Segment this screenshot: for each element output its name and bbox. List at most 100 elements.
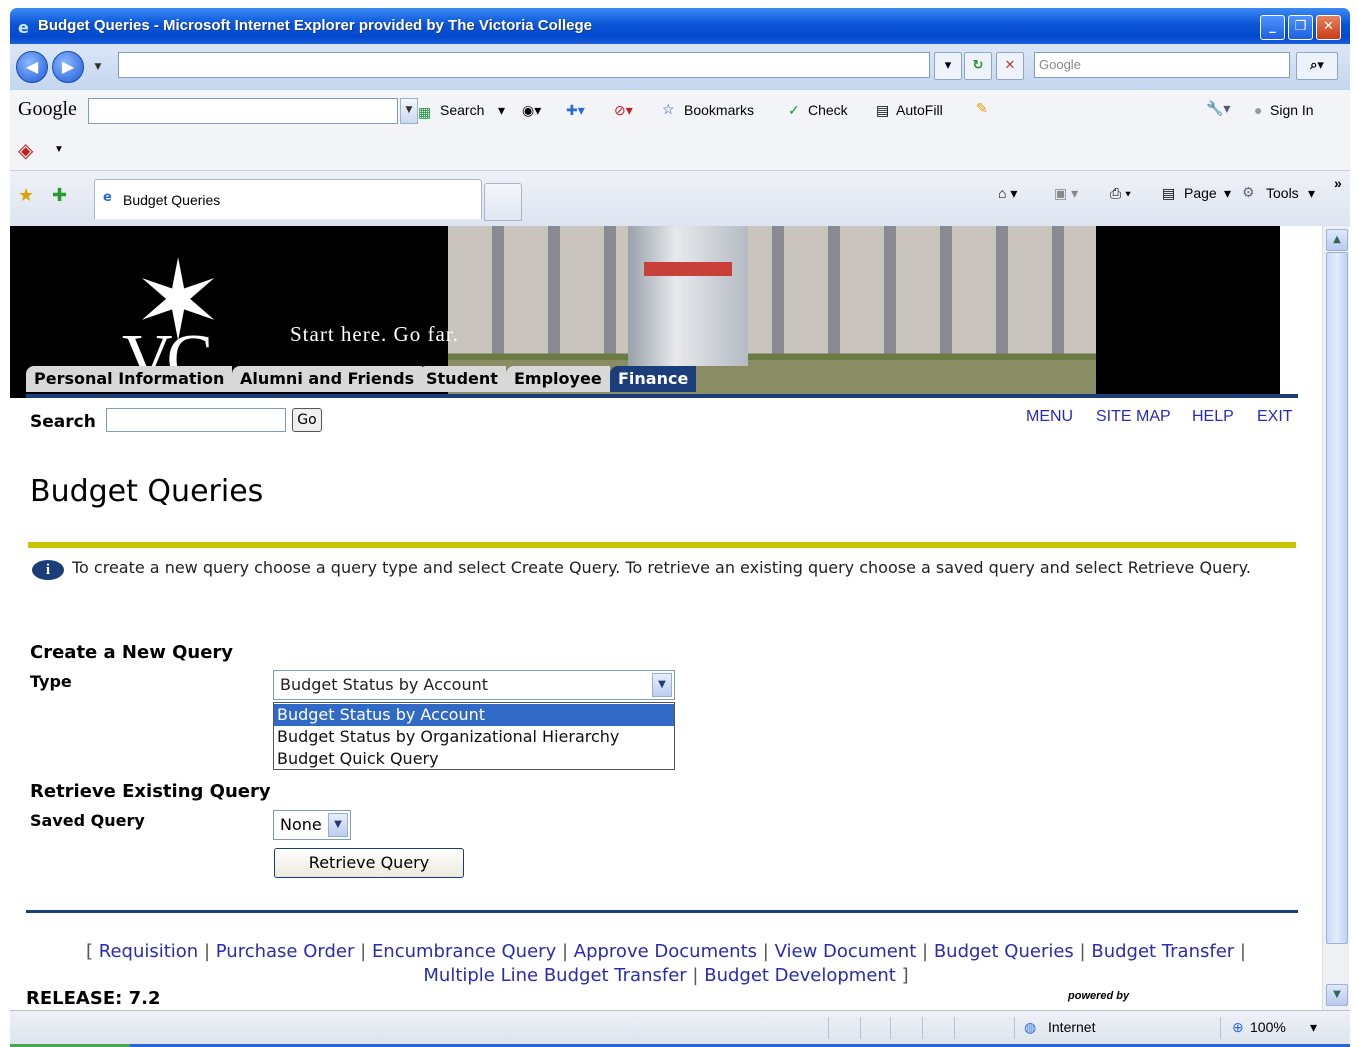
- footer-link-encumbrance-query[interactable]: Encumbrance Query: [372, 941, 556, 962]
- chevron-down-icon[interactable]: ▼: [652, 673, 672, 697]
- go-button[interactable]: Go: [292, 408, 322, 432]
- home-icon[interactable]: ⌂ ▾: [998, 185, 1017, 202]
- window-title: Budget Queries - Microsoft Internet Expl…: [38, 17, 592, 34]
- highlighter-icon[interactable]: ✎: [976, 100, 988, 117]
- status-bar: ◍ Internet ⊕ 100% ▾: [10, 1010, 1350, 1045]
- tab-finance[interactable]: Finance: [610, 366, 697, 392]
- zoom-icon: ⊕: [1232, 1019, 1244, 1035]
- sign-in-button[interactable]: Sign In: [1270, 102, 1314, 118]
- forward-button[interactable]: ▶: [52, 51, 84, 83]
- bookmarks-button[interactable]: Bookmarks: [684, 102, 754, 118]
- favorites-star-icon[interactable]: ★: [18, 185, 34, 206]
- google-logo: Google: [18, 98, 77, 120]
- browser-tab-label: Budget Queries: [123, 192, 221, 208]
- google-toolbar-input[interactable]: [88, 98, 398, 124]
- tab-student[interactable]: Student: [418, 366, 506, 392]
- profile-circle-icon: ●: [1254, 102, 1263, 118]
- scroll-down-icon[interactable]: ▼: [1326, 984, 1348, 1006]
- web-search-input[interactable]: Google: [1034, 52, 1290, 78]
- retrieve-query-button[interactable]: Retrieve Query: [274, 848, 464, 878]
- google-dropdown-icon[interactable]: ▼: [400, 98, 418, 124]
- pdf-icon[interactable]: ◈: [18, 138, 33, 163]
- tools-dropdown-icon[interactable]: ▾: [1308, 185, 1315, 202]
- minimize-button[interactable]: _: [1260, 15, 1285, 40]
- tab-row: ★ ✚ e Budget Queries ⌂ ▾ ▣ ▾ ⎙ ▾ ▤ Page …: [10, 170, 1350, 227]
- wrench-icon[interactable]: 🔧▾: [1206, 100, 1230, 117]
- help-link[interactable]: HELP: [1192, 408, 1234, 426]
- separator: |: [360, 941, 367, 962]
- info-message: To create a new query choose a query typ…: [72, 558, 1251, 577]
- zoom-dropdown-icon[interactable]: ▾: [1310, 1019, 1317, 1036]
- menu-link[interactable]: MENU: [1026, 408, 1073, 426]
- footer-link-budget-development[interactable]: Budget Development: [704, 965, 896, 986]
- footer-link-multiple-line-budget-transfer[interactable]: Multiple Line Budget Transfer: [423, 965, 686, 986]
- page-dropdown-icon[interactable]: ▾: [1224, 185, 1231, 202]
- browser-chrome: ◀ ▶ ▼ ▾ ↻ ✕ Google ⌕▾ Google ▼ ▦ Search …: [10, 44, 1350, 227]
- check-button[interactable]: Check: [808, 102, 848, 118]
- vertical-scrollbar[interactable]: ▲ ▼: [1322, 226, 1349, 1010]
- powered-by-label: powered by: [1068, 990, 1130, 1002]
- refresh-icon[interactable]: ↻: [964, 52, 992, 80]
- browser-tab-budget-queries[interactable]: e Budget Queries: [94, 179, 482, 219]
- search-go-icon[interactable]: ⌕▾: [1296, 52, 1338, 80]
- scroll-thumb[interactable]: [1326, 252, 1348, 944]
- zoom-level[interactable]: 100%: [1250, 1019, 1286, 1035]
- separator: |: [203, 941, 211, 962]
- history-dropdown-icon[interactable]: ▼: [90, 56, 106, 78]
- address-dropdown-icon[interactable]: ▾: [934, 52, 962, 80]
- pagerank-icon[interactable]: ◉▾: [522, 102, 541, 119]
- footer-link-approve-documents[interactable]: Approve Documents: [574, 941, 757, 962]
- tab-employee[interactable]: Employee: [506, 366, 610, 392]
- chevron-down-icon[interactable]: ▼: [328, 813, 348, 837]
- feeds-icon[interactable]: ▣ ▾: [1054, 185, 1078, 202]
- footer-link-purchase-order[interactable]: Purchase Order: [216, 941, 355, 962]
- back-button[interactable]: ◀: [16, 51, 48, 83]
- scroll-up-icon[interactable]: ▲: [1326, 229, 1348, 251]
- footer-link-view-document[interactable]: View Document: [775, 941, 917, 962]
- pdf-dropdown-icon[interactable]: ▼: [54, 144, 64, 155]
- option-budget-quick-query[interactable]: Budget Quick Query: [274, 748, 674, 770]
- google-search-button[interactable]: Search: [440, 102, 484, 118]
- retrieve-query-heading: Retrieve Existing Query: [30, 781, 271, 802]
- security-zone-label: Internet: [1048, 1019, 1096, 1035]
- saved-query-label: Saved Query: [30, 811, 145, 830]
- address-input[interactable]: [118, 52, 930, 78]
- autofill-button[interactable]: AutoFill: [896, 102, 943, 118]
- page-menu-button[interactable]: Page: [1184, 185, 1217, 201]
- spellcheck-icon: ✓: [788, 102, 800, 118]
- new-tab-button[interactable]: [484, 183, 522, 221]
- search-input[interactable]: [106, 408, 286, 432]
- footer-link-budget-transfer[interactable]: Budget Transfer: [1091, 941, 1234, 962]
- popup-blocker-icon[interactable]: ⊘▾: [614, 102, 633, 119]
- query-type-select[interactable]: Budget Status by Account ▼: [273, 670, 675, 700]
- footer-link-budget-queries[interactable]: Budget Queries: [934, 941, 1074, 962]
- saved-query-select[interactable]: None ▼: [273, 810, 351, 840]
- print-icon[interactable]: ⎙ ▾: [1110, 185, 1131, 202]
- ie-page-icon: e: [103, 190, 112, 205]
- tools-menu-button[interactable]: Tools: [1266, 185, 1299, 201]
- bracket-open: [: [85, 941, 94, 962]
- option-budget-status-by-account[interactable]: Budget Status by Account: [274, 704, 674, 726]
- footer-divider: [26, 910, 1298, 913]
- add-button-icon[interactable]: ✚▾: [566, 102, 585, 119]
- separator: |: [1239, 941, 1246, 962]
- bookmark-star-icon: ☆: [662, 101, 675, 117]
- exit-link[interactable]: EXIT: [1257, 408, 1293, 426]
- tab-alumni-and-friends[interactable]: Alumni and Friends: [232, 366, 423, 392]
- release-version: RELEASE: 7.2: [26, 988, 161, 1009]
- tab-personal-information[interactable]: Personal Information: [26, 366, 233, 392]
- maximize-button[interactable]: ❐: [1288, 15, 1313, 40]
- add-favorite-icon[interactable]: ✚: [52, 185, 67, 206]
- separator: |: [762, 941, 769, 962]
- search-dropdown-icon[interactable]: ▾: [498, 102, 505, 119]
- building-tower: [628, 226, 748, 366]
- option-budget-status-by-org-hierarchy[interactable]: Budget Status by Organizational Hierarch…: [274, 726, 674, 748]
- site-map-link[interactable]: SITE MAP: [1096, 408, 1171, 426]
- stop-icon[interactable]: ✕: [996, 52, 1024, 80]
- footer-link-requisition[interactable]: Requisition: [99, 941, 198, 962]
- close-window-button[interactable]: ✕: [1316, 15, 1341, 40]
- address-row: ◀ ▶ ▼ ▾ ↻ ✕ Google ⌕▾: [10, 44, 1350, 90]
- chevron-more-icon[interactable]: »: [1334, 175, 1342, 191]
- separator: |: [561, 941, 569, 962]
- window-titlebar[interactable]: e Budget Queries - Microsoft Internet Ex…: [10, 8, 1350, 44]
